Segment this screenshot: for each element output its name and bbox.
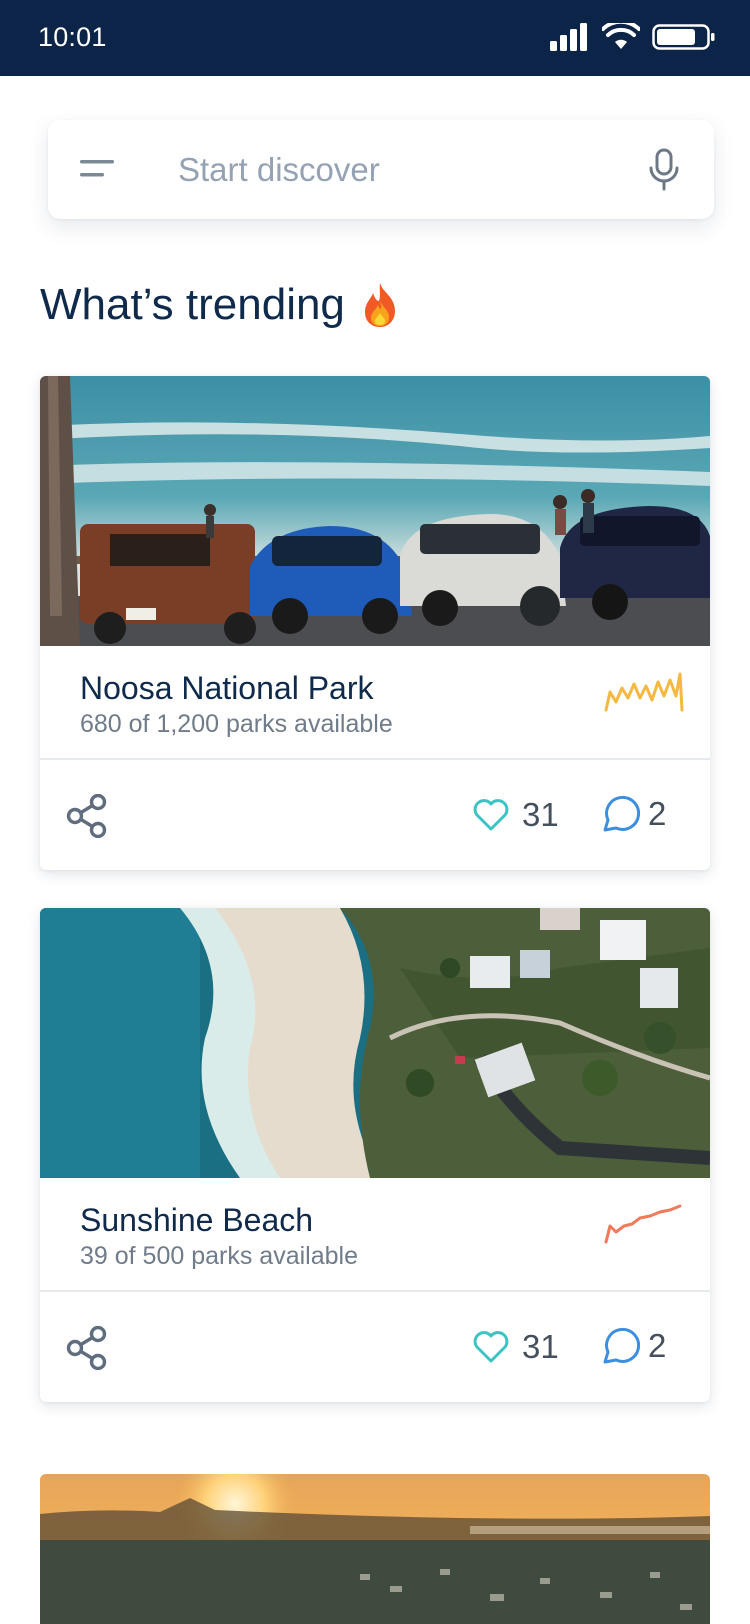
trend-sparkline-icon — [604, 672, 684, 712]
like-count: 31 — [522, 796, 559, 833]
section-title: What’s trending — [40, 280, 401, 330]
card-image — [40, 908, 710, 1178]
search-input[interactable] — [178, 142, 648, 198]
heart-icon — [473, 1331, 509, 1363]
like-count: 31 — [522, 1328, 559, 1365]
card-actions: 31 2 — [40, 1292, 710, 1402]
trending-card-partial[interactable] — [40, 1474, 710, 1624]
card-info: Sunshine Beach 39 of 500 parks available — [40, 1178, 710, 1292]
comment-count: 2 — [648, 795, 667, 832]
status-icons — [550, 22, 716, 52]
mic-icon[interactable] — [648, 148, 680, 192]
battery-icon — [652, 24, 715, 50]
status-time: 10:01 — [38, 22, 107, 52]
like-button[interactable]: 31 — [472, 1328, 559, 1366]
trending-card[interactable]: Noosa National Park 680 of 1,200 parks a… — [40, 376, 710, 870]
card-actions: 31 2 — [40, 760, 710, 870]
comment-icon — [603, 795, 640, 832]
card-info: Noosa National Park 680 of 1,200 parks a… — [40, 646, 710, 760]
fire-icon — [364, 283, 395, 327]
sunset-town-photo — [40, 1474, 710, 1624]
menu-icon[interactable] — [80, 156, 116, 182]
card-availability: 680 of 1,200 parks available — [80, 710, 393, 738]
card-availability: 39 of 500 parks available — [80, 1242, 358, 1270]
card-title: Sunshine Beach — [80, 1202, 314, 1238]
card-title: Noosa National Park — [80, 670, 374, 706]
trend-sparkline-icon — [604, 1204, 682, 1244]
search-bar — [48, 120, 714, 219]
comment-button[interactable]: 2 — [600, 794, 666, 834]
status-bar: 10:01 — [0, 0, 750, 76]
card-image — [40, 376, 710, 646]
heart-icon — [473, 799, 509, 831]
trending-card[interactable]: Sunshine Beach 39 of 500 parks available… — [40, 908, 710, 1402]
like-button[interactable]: 31 — [472, 796, 559, 834]
share-icon[interactable] — [66, 1326, 108, 1370]
share-icon[interactable] — [66, 794, 108, 838]
wifi-icon — [602, 23, 640, 49]
comment-icon — [603, 1327, 640, 1364]
beach-carpark-photo — [40, 376, 710, 646]
comment-count: 2 — [648, 1327, 667, 1364]
signal-icon — [550, 23, 587, 51]
section-title-text: What’s trending — [40, 280, 345, 329]
aerial-beach-photo — [40, 908, 710, 1178]
comment-button[interactable]: 2 — [600, 1326, 666, 1366]
